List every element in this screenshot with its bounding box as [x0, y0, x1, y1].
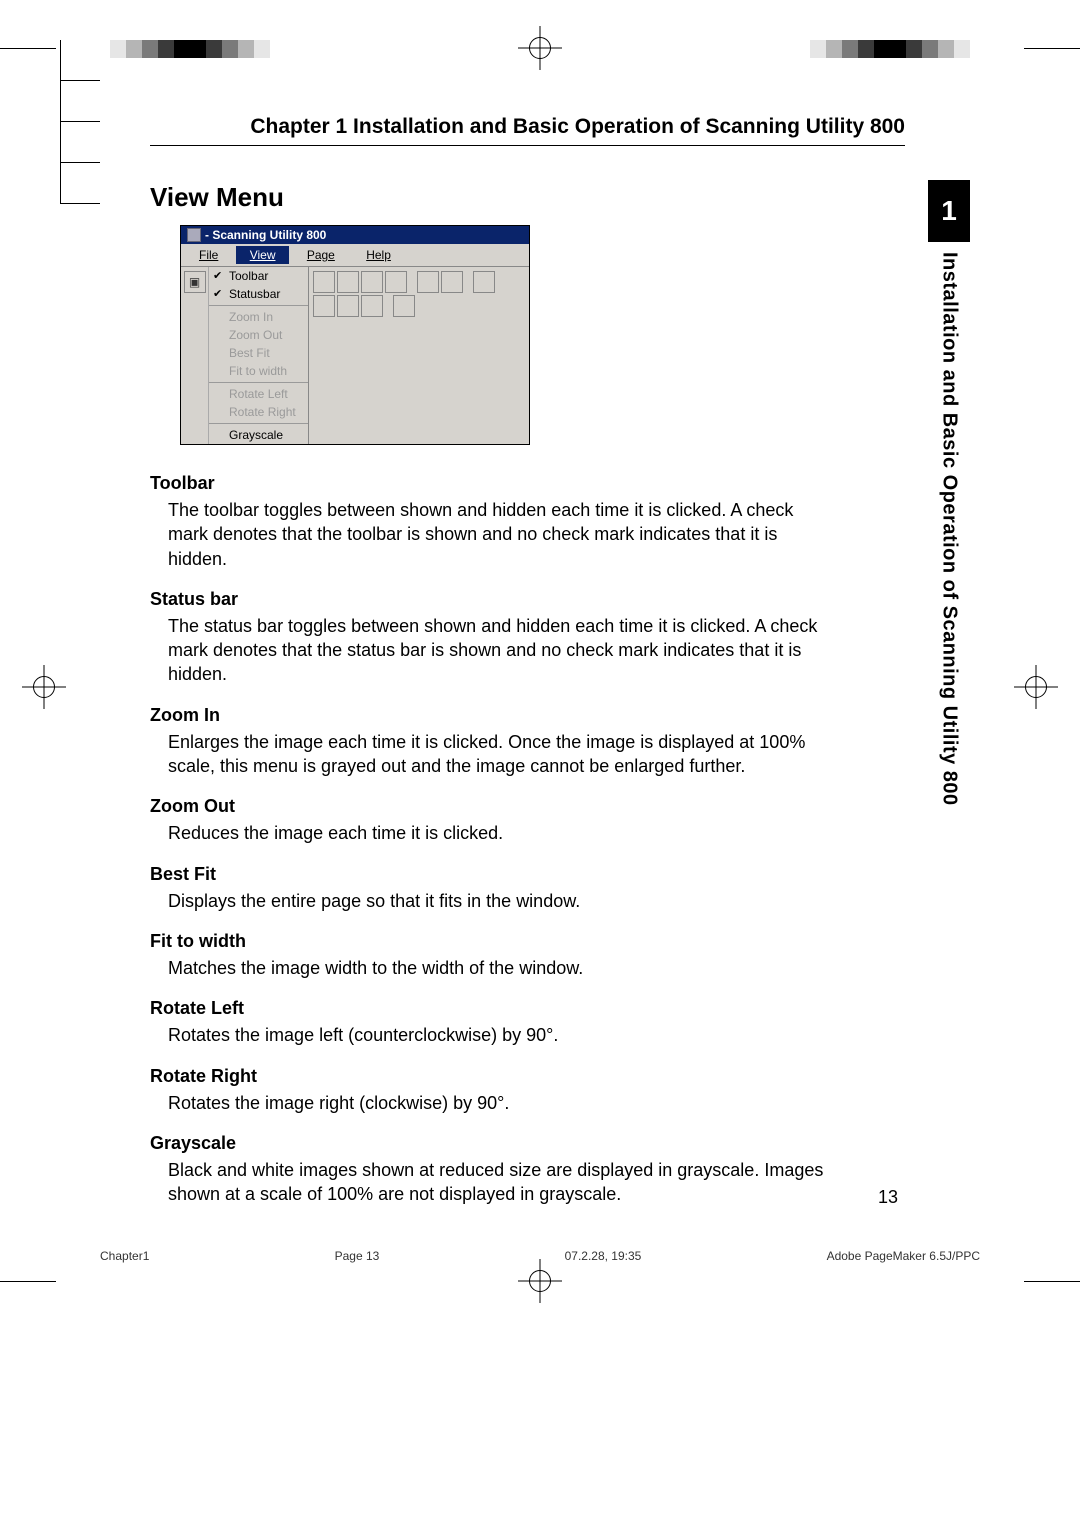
menu-item-zoom-out: Zoom Out [209, 326, 308, 344]
top-toolbar [309, 267, 529, 321]
toolbar-button-icon[interactable] [417, 271, 439, 293]
menu-view[interactable]: View [236, 246, 290, 264]
term-statusbar: Status bar [150, 589, 905, 610]
toolbar-button-icon[interactable] [361, 271, 383, 293]
slug-app: Adobe PageMaker 6.5J/PPC [827, 1249, 980, 1263]
toolbar-help-icon[interactable] [393, 295, 415, 317]
term-grayscale: Grayscale [150, 1133, 905, 1154]
term-toolbar: Toolbar [150, 473, 905, 494]
page: 1 Installation and Basic Operation of Sc… [0, 0, 1080, 1528]
menu-file[interactable]: File [185, 246, 232, 264]
content-column: Chapter 1 Installation and Basic Operati… [150, 115, 905, 1206]
menu-item-statusbar[interactable]: Statusbar [209, 285, 308, 303]
toolbar-button-icon[interactable] [473, 271, 495, 293]
section-title: View Menu [150, 182, 905, 213]
chapter-title: Chapter 1 Installation and Basic Operati… [150, 115, 905, 146]
register-mark-left [22, 665, 66, 709]
desc-statusbar: The status bar toggles between shown and… [168, 614, 828, 687]
menu-item-rotate-left: Rotate Left [209, 385, 308, 403]
term-zoom-out: Zoom Out [150, 796, 905, 817]
toolbar-button-icon[interactable] [441, 271, 463, 293]
term-rotate-right: Rotate Right [150, 1066, 905, 1087]
toolbar-button-icon[interactable] [313, 295, 335, 317]
toolbar-button-icon[interactable] [337, 295, 359, 317]
desc-grayscale: Black and white images shown at reduced … [168, 1158, 828, 1207]
toolbar-button-icon[interactable] [361, 295, 383, 317]
page-number: 13 [878, 1187, 898, 1208]
slug-date: 07.2.28, 19:35 [565, 1249, 642, 1263]
menu-item-fit-to-width: Fit to width [209, 362, 308, 380]
scan-button-icon[interactable]: ▣ [184, 271, 206, 293]
window-title: - Scanning Utility 800 [205, 228, 326, 242]
slug-line: Chapter1 Page 13 07.2.28, 19:35 Adobe Pa… [100, 1249, 980, 1263]
menu-page[interactable]: Page [293, 246, 349, 264]
chapter-tab-number: 1 [928, 180, 970, 242]
toolbar-button-icon[interactable] [337, 271, 359, 293]
menu-item-toolbar[interactable]: Toolbar [209, 267, 308, 285]
desc-fit-to-width: Matches the image width to the width of … [168, 956, 828, 980]
register-mark-right [1014, 665, 1058, 709]
left-toolbar: ▣ [181, 267, 209, 444]
definitions: Toolbar The toolbar toggles between show… [150, 473, 905, 1206]
term-zoom-in: Zoom In [150, 705, 905, 726]
menu-item-rotate-right: Rotate Right [209, 403, 308, 421]
app-icon [187, 228, 201, 242]
desc-toolbar: The toolbar toggles between shown and hi… [168, 498, 828, 571]
term-fit-to-width: Fit to width [150, 931, 905, 952]
menu-item-best-fit: Best Fit [209, 344, 308, 362]
menu-item-grayscale[interactable]: Grayscale [209, 426, 308, 444]
slug-center: Page 13 [335, 1249, 380, 1263]
canvas-area [309, 321, 529, 413]
menubar: File View Page Help [181, 244, 529, 267]
menu-help[interactable]: Help [352, 246, 405, 264]
slug-left: Chapter1 [100, 1249, 149, 1263]
desc-rotate-left: Rotates the image left (counterclockwise… [168, 1023, 828, 1047]
app-screenshot: - Scanning Utility 800 File View Page He… [180, 225, 530, 445]
chapter-tab-label: Installation and Basic Operation of Scan… [938, 252, 961, 806]
toolbar-button-icon[interactable] [385, 271, 407, 293]
chapter-tab: 1 Installation and Basic Operation of Sc… [928, 180, 970, 806]
menu-item-zoom-in: Zoom In [209, 308, 308, 326]
term-best-fit: Best Fit [150, 864, 905, 885]
desc-rotate-right: Rotates the image right (clockwise) by 9… [168, 1091, 828, 1115]
desc-zoom-in: Enlarges the image each time it is click… [168, 730, 828, 779]
desc-best-fit: Displays the entire page so that it fits… [168, 889, 828, 913]
toolbar-button-icon[interactable] [313, 271, 335, 293]
term-rotate-left: Rotate Left [150, 998, 905, 1019]
window-titlebar: - Scanning Utility 800 [181, 226, 529, 244]
view-menu-dropdown: Toolbar Statusbar Zoom In Zoom Out Best … [209, 267, 309, 444]
desc-zoom-out: Reduces the image each time it is clicke… [168, 821, 828, 845]
